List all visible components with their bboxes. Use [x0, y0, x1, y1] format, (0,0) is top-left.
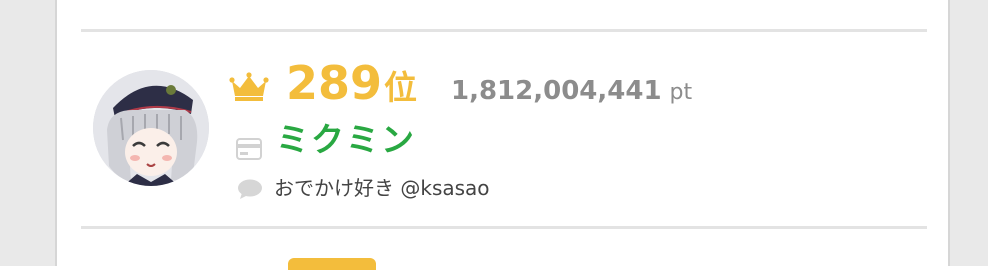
right-gutter — [950, 0, 988, 266]
next-entry-rank-peek — [288, 258, 376, 270]
points-value: 1,812,004,441 pt — [451, 78, 692, 104]
points-unit: pt — [669, 80, 693, 105]
speech-bubble-icon — [238, 179, 262, 199]
left-gutter — [0, 0, 56, 266]
row-divider-bottom — [81, 226, 927, 229]
card-icon — [236, 138, 262, 160]
right-gutter-edge — [948, 0, 950, 266]
user-bio: おでかけ好き @ksasao — [274, 176, 490, 200]
avatar-image — [93, 70, 209, 186]
avatar[interactable] — [93, 70, 209, 186]
rank-value: 289位 — [286, 60, 417, 106]
username[interactable]: ミクミン — [276, 121, 416, 158]
rank-number: 289 — [286, 56, 383, 110]
points-number: 1,812,004,441 — [451, 76, 662, 106]
rank-suffix: 位 — [384, 68, 418, 107]
row-divider-top — [81, 29, 927, 32]
crown-icon — [229, 72, 269, 101]
left-gutter-edge — [55, 0, 57, 266]
